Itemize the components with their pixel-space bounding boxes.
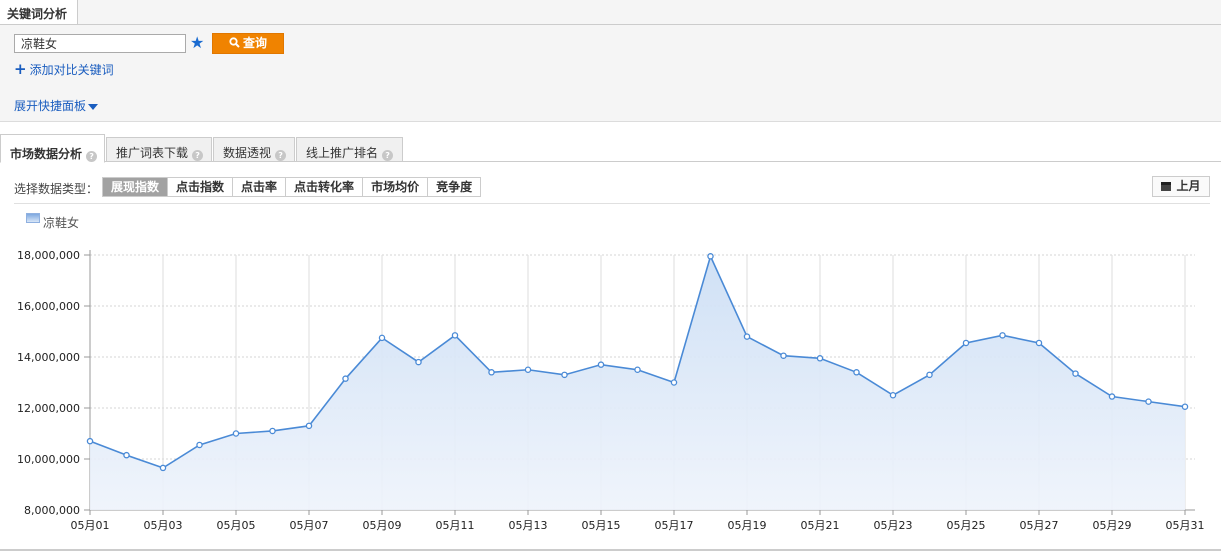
data-point: [378, 334, 386, 342]
x-tick-label: 05月07: [290, 519, 329, 532]
data-point: [305, 422, 313, 430]
question-icon: ?: [382, 150, 394, 161]
data-point: [707, 253, 714, 260]
data-point: [451, 332, 459, 339]
last-month-button[interactable]: 上月: [1152, 176, 1210, 197]
add-compare-keyword-link[interactable]: + 添加对比关键词: [14, 60, 114, 78]
tab-label: 数据透视: [223, 146, 272, 160]
type-impression-index[interactable]: 展现指数: [103, 178, 169, 196]
data-point: [1181, 403, 1189, 410]
tab-label: 线上推广排名: [306, 146, 379, 160]
add-compare-label: 添加对比关键词: [29, 63, 114, 77]
y-tick-label: 10,000,000: [17, 453, 80, 466]
tab-keyword-download[interactable]: 推广词表下载?: [106, 137, 212, 162]
search-icon: [229, 34, 240, 53]
data-type-selector: 展现指数 点击指数 点击率 点击转化率 市场均价 竞争度: [102, 177, 482, 197]
type-conversion-rate[interactable]: 点击转化率: [286, 178, 364, 196]
impression-index-chart: 8,000,000 10,000,000 12,000,000 14,000,000 1…: [17, 249, 1205, 532]
x-tick-label: 05月17: [655, 519, 694, 532]
question-icon: ?: [192, 150, 204, 161]
y-tick-label: 16,000,000: [17, 300, 80, 313]
data-point: [816, 355, 824, 362]
x-tick-label: 05月15: [582, 519, 621, 532]
chevron-down-icon: [88, 103, 99, 110]
y-tick-label: 12,000,000: [17, 402, 80, 415]
data-point: [634, 366, 641, 374]
last-month-label: 上月: [1176, 179, 1201, 193]
data-point: [561, 371, 568, 379]
x-tick-label: 05月13: [509, 519, 548, 532]
data-point: [743, 333, 751, 340]
chart-legend[interactable]: 凉鞋女: [26, 213, 79, 231]
data-point: [232, 430, 240, 437]
x-tick-label: 05月03: [144, 519, 183, 532]
data-type-label: 选择数据类型：: [14, 182, 99, 196]
question-icon: ?: [275, 150, 287, 161]
analysis-tabs: 市场数据分析? 推广词表下载? 数据透视? 线上推广排名?: [0, 134, 1221, 163]
type-ctr[interactable]: 点击率: [233, 178, 287, 196]
tab-label: 市场数据分析: [10, 147, 83, 161]
divider: [14, 203, 1210, 204]
x-tick-label: 05月25: [947, 519, 986, 532]
data-point: [999, 332, 1006, 339]
legend-swatch: [26, 213, 40, 223]
x-tick-label: 05月21: [801, 519, 840, 532]
type-avg-price[interactable]: 市场均价: [363, 178, 429, 196]
series-area: [90, 256, 1185, 510]
tab-market-data[interactable]: 市场数据分析?: [0, 134, 105, 163]
data-point: [1035, 339, 1043, 347]
expand-quick-panel-link[interactable]: 展开快捷面板: [14, 97, 99, 114]
keyword-input[interactable]: [14, 34, 186, 53]
x-tick-label: 05月29: [1093, 519, 1132, 532]
type-competition[interactable]: 竞争度: [428, 178, 481, 196]
star-icon[interactable]: ★: [190, 34, 206, 52]
data-point: [488, 369, 495, 376]
y-tick-label: 14,000,000: [17, 351, 80, 364]
x-tick-label: 05月09: [363, 519, 402, 532]
tab-online-ranking[interactable]: 线上推广排名?: [296, 137, 403, 162]
plus-icon: +: [14, 60, 27, 78]
tab-divider: [78, 24, 1221, 25]
expand-label: 展开快捷面板: [14, 99, 87, 113]
y-tick-label: 18,000,000: [17, 249, 80, 262]
data-point: [415, 358, 422, 366]
data-point: [853, 369, 860, 376]
data-point: [123, 451, 130, 459]
data-point: [670, 379, 678, 386]
data-point: [926, 371, 933, 379]
data-point: [342, 375, 349, 382]
data-point: [1072, 370, 1079, 377]
data-point: [780, 352, 787, 359]
tab-label: 推广词表下载: [116, 146, 189, 160]
search-button-label: 查询: [242, 36, 267, 50]
question-icon: ?: [86, 151, 98, 162]
data-point: [159, 464, 167, 472]
x-tick-label: 05月27: [1020, 519, 1059, 532]
data-point: [524, 366, 532, 374]
data-point: [1108, 393, 1116, 400]
type-click-index[interactable]: 点击指数: [168, 178, 234, 196]
data-point: [196, 441, 203, 449]
x-tick-label: 05月23: [874, 519, 913, 532]
search-panel: 关键词分析 ★ 查询 +添加对比关键词 展开快捷面板: [0, 0, 1221, 122]
tab-keyword-analysis[interactable]: 关键词分析: [0, 0, 78, 25]
data-point: [1145, 398, 1152, 405]
x-tick-label: 05月11: [436, 519, 475, 532]
tab-data-pivot[interactable]: 数据透视?: [213, 137, 295, 162]
data-point: [269, 427, 276, 435]
data-point: [962, 339, 970, 347]
x-tick-label: 05月31: [1166, 519, 1205, 532]
x-tick-label: 05月19: [728, 519, 767, 532]
x-tick-label: 05月01: [71, 519, 110, 532]
legend-series-name: 凉鞋女: [43, 216, 80, 230]
data-point: [889, 391, 897, 399]
y-tick-label: 8,000,000: [24, 504, 80, 517]
calendar-icon: [1161, 182, 1172, 191]
x-tick-label: 05月05: [217, 519, 256, 532]
data-point: [597, 361, 605, 368]
search-button[interactable]: 查询: [212, 33, 284, 54]
data-point: [86, 437, 94, 445]
